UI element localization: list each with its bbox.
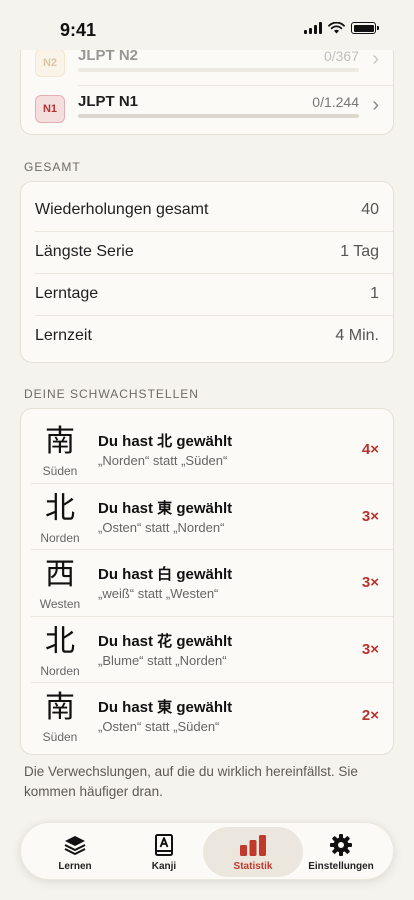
weak-title: Du hast 北 gewählt [98, 433, 233, 450]
stack-icon [27, 833, 123, 859]
total-label: Längste Serie [35, 243, 134, 260]
jlpt-badge: N1 [35, 95, 65, 123]
weak-kanji: 南 [45, 424, 75, 459]
weak-count: 4× [361, 441, 379, 458]
total-value: 4 Min. [335, 327, 379, 344]
chevron-right-icon: › [372, 94, 379, 116]
jlpt-row-n1[interactable]: N1 JLPT N1 0/1.244 › [21, 86, 393, 132]
weak-kanji-meaning: Westen [39, 597, 81, 611]
jlpt-progress-bar [78, 68, 359, 72]
weak-kanji: 北 [45, 491, 75, 526]
weak-kanji: 北 [45, 624, 75, 659]
weak-title: Du hast 東 gewählt [98, 699, 233, 716]
tab-einstellungen[interactable]: Einstellungen [293, 827, 389, 877]
totals-card: Wiederholungen gesamt 40 Längste Serie 1… [20, 181, 394, 363]
tab-statistik[interactable]: Statistik [203, 827, 303, 877]
weak-spot-row[interactable]: 西 Westen Du hast 白 gewählt „weiß“ statt … [21, 550, 393, 616]
weak-detail: „Osten“ statt „Norden“ [98, 520, 225, 535]
cellular-signal-icon [304, 22, 322, 34]
weak-spots-footnote: Die Verwechslungen, auf die du wirklich … [24, 764, 358, 799]
tab-lernen[interactable]: Lernen [27, 827, 123, 877]
weak-title: Du hast 東 gewählt [98, 500, 233, 517]
total-value: 40 [361, 201, 379, 218]
tab-bar: Lernen Kanji Statistik Einstellungen [20, 822, 394, 880]
weak-kanji-meaning: Süden [42, 464, 78, 478]
weak-kanji: 南 [45, 690, 75, 725]
total-value: 1 Tag [340, 243, 379, 260]
jlpt-count: 0/367 [323, 48, 359, 64]
section-label-totals: GESAMT [24, 160, 81, 174]
weak-count: 2× [361, 707, 379, 724]
total-row: Längste Serie 1 Tag [21, 231, 393, 273]
weak-title: Du hast 花 gewählt [98, 633, 233, 650]
total-row: Lernzeit 4 Min. [21, 315, 393, 357]
jlpt-count: 0/1.244 [312, 94, 359, 110]
weak-count: 3× [361, 508, 379, 525]
battery-icon [351, 22, 379, 34]
gear-icon [293, 833, 389, 859]
weak-kanji: 西 [45, 557, 75, 592]
total-value: 1 [370, 285, 379, 302]
total-label: Wiederholungen gesamt [35, 201, 209, 218]
jlpt-label: JLPT N1 [78, 93, 139, 110]
section-label-weak-spots: DEINE SCHWACHSTELLEN [24, 387, 199, 401]
total-row: Lerntage 1 [21, 273, 393, 315]
status-icons [304, 22, 379, 34]
total-label: Lernzeit [35, 327, 92, 344]
tab-kanji[interactable]: Kanji [116, 827, 212, 877]
weak-detail: „Norden“ statt „Süden“ [98, 453, 228, 468]
kanji-book-icon [116, 833, 212, 859]
tab-label: Kanji [151, 861, 177, 872]
jlpt-levels-card: N2 JLPT N2 0/367 › N1 JLPT N1 0/1.244 › [20, 38, 394, 135]
weak-spot-row[interactable]: 南 Süden Du hast 北 gewählt „Norden“ statt… [21, 417, 393, 483]
wifi-icon [328, 22, 345, 34]
weak-count: 3× [361, 641, 379, 658]
status-time: 9:41 [60, 20, 97, 40]
weak-spot-row[interactable]: 北 Norden Du hast 東 gewählt „Osten“ statt… [21, 484, 393, 550]
weak-detail: „Blume“ statt „Norden“ [98, 653, 227, 668]
jlpt-badge: N2 [35, 49, 65, 77]
weak-count: 3× [361, 574, 379, 591]
total-label: Lerntage [35, 285, 99, 302]
weak-kanji-meaning: Süden [42, 730, 78, 744]
total-row: Wiederholungen gesamt 40 [21, 189, 393, 231]
weak-detail: „Osten“ statt „Süden“ [98, 719, 220, 734]
weak-kanji-meaning: Norden [40, 664, 80, 678]
weak-spot-row[interactable]: 北 Norden Du hast 花 gewählt „Blume“ statt… [21, 617, 393, 683]
tab-label: Statistik [233, 861, 273, 872]
tab-label: Einstellungen [308, 861, 374, 872]
weak-title: Du hast 白 gewählt [98, 566, 233, 583]
chevron-right-icon: › [372, 48, 379, 70]
weak-spot-row[interactable]: 南 Süden Du hast 東 gewählt „Osten“ statt … [21, 683, 393, 749]
tab-label: Lernen [58, 861, 92, 872]
weak-spots-card: 南 Süden Du hast 北 gewählt „Norden“ statt… [20, 408, 394, 755]
jlpt-progress-bar [78, 114, 359, 118]
weak-detail: „weiß“ statt „Westen“ [98, 586, 219, 601]
status-bar: 9:41 [0, 0, 414, 50]
bar-chart-icon [203, 833, 303, 859]
weak-kanji-meaning: Norden [40, 531, 80, 545]
